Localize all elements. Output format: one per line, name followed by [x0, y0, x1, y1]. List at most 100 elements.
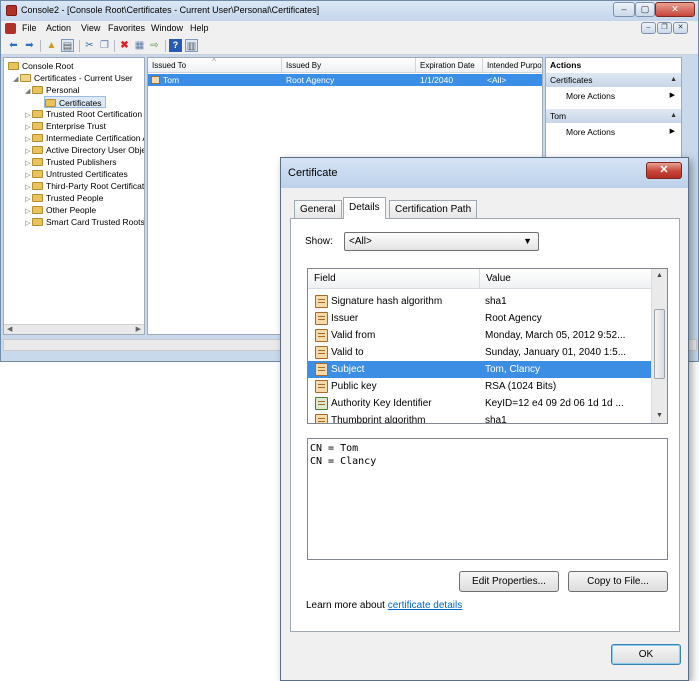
console-app-icon — [6, 5, 17, 16]
show-dropdown-value: <All> — [349, 236, 372, 247]
tree-node-console-root[interactable]: Console Root — [8, 60, 74, 72]
list-item[interactable]: Authority Key Identifier KeyID=12 e4 09 2… — [308, 395, 653, 412]
field-list[interactable]: Field Value Signature hash algorithm sha1… — [307, 268, 668, 424]
collapse-arrow-icon[interactable]: ◢ — [25, 86, 32, 98]
list-item-selected[interactable]: Subject Tom, Clancy — [308, 361, 653, 378]
show-hide-tree-icon[interactable]: ▤ — [61, 39, 74, 52]
show-hide-action-pane-icon[interactable]: ▥ — [185, 39, 198, 52]
certificate-field-icon — [315, 329, 328, 342]
certificate-icon — [151, 76, 160, 84]
tree-node-third-party-root[interactable]: ▷ Third-Party Root Certificatio — [25, 180, 144, 192]
field-list-scrollbar[interactable]: ▲ ▼ — [651, 269, 667, 423]
system-menu-icon[interactable] — [5, 23, 16, 34]
help-icon[interactable]: ? — [169, 39, 182, 52]
tree-node-other-people[interactable]: ▷ Other People — [25, 204, 96, 216]
menu-favorites[interactable]: Favorites — [108, 23, 145, 33]
export-list-icon[interactable]: ⇨ — [148, 39, 161, 52]
list-item[interactable]: Valid from Monday, March 05, 2012 9:52... — [308, 327, 653, 344]
column-issued-by[interactable]: Issued By — [282, 58, 416, 73]
actions-section-certificates[interactable]: Certificates ▲ — [546, 73, 681, 87]
list-item[interactable]: Valid to Sunday, January 01, 2040 1:5... — [308, 344, 653, 361]
column-value[interactable]: Value — [480, 269, 653, 289]
tab-details[interactable]: Details — [343, 197, 386, 219]
menu-file[interactable]: File — [22, 23, 37, 33]
expand-arrow-icon[interactable]: ▷ — [25, 218, 32, 230]
back-arrow-icon[interactable]: ⬅ — [7, 39, 20, 52]
tab-certification-path[interactable]: Certification Path — [389, 200, 478, 218]
copy-icon[interactable]: ❐ — [98, 39, 111, 52]
more-actions-certificates[interactable]: More Actions ▶ — [546, 89, 681, 103]
tree-node-personal[interactable]: ◢ Personal — [25, 84, 80, 96]
column-intended-purposes[interactable]: Intended Purpo — [483, 58, 542, 73]
maximize-button[interactable]: ▢ — [635, 2, 655, 17]
collapse-arrow-icon[interactable]: ◢ — [13, 74, 20, 86]
row-expiration: 1/1/2040 — [420, 75, 454, 85]
toolbar-separator — [79, 40, 80, 52]
edit-properties-button[interactable]: Edit Properties... — [459, 571, 559, 592]
column-expiration-date[interactable]: Expiration Date — [416, 58, 483, 73]
folder-icon — [32, 122, 43, 130]
delete-icon[interactable]: ✖ — [118, 39, 131, 52]
tree-node-trusted-people[interactable]: ▷ Trusted People — [25, 192, 103, 204]
tree-horizontal-scrollbar[interactable]: ◀ ▶ — [4, 324, 144, 334]
scroll-down-arrow-icon[interactable]: ▼ — [652, 409, 667, 423]
list-item[interactable]: Issuer Root Agency — [308, 310, 653, 327]
scroll-up-arrow-icon[interactable]: ▲ — [652, 269, 667, 283]
tree-node-trusted-publishers[interactable]: ▷ Trusted Publishers — [25, 156, 117, 168]
mmc-window-title: Console2 - [Console Root\Certificates - … — [21, 5, 320, 15]
collapse-up-icon[interactable]: ▲ — [670, 73, 677, 87]
toolbar-separator — [165, 40, 166, 52]
field-value-box[interactable]: CN = Tom CN = Clancy — [307, 438, 668, 560]
dialog-close-button[interactable]: ✕ — [646, 162, 682, 179]
scroll-right-arrow-icon[interactable]: ▶ — [136, 325, 141, 334]
tree-node-intermediate[interactable]: ▷ Intermediate Certification Au — [25, 132, 144, 144]
ok-button[interactable]: OK — [611, 644, 681, 665]
tree-node-untrusted[interactable]: ▷ Untrusted Certificates — [25, 168, 128, 180]
submenu-arrow-icon: ▶ — [669, 92, 675, 99]
tree-node-trusted-root[interactable]: ▷ Trusted Root Certification Au — [25, 108, 144, 120]
scrollbar-thumb[interactable] — [654, 309, 665, 379]
mdi-restore-button[interactable]: ❐ — [657, 22, 672, 34]
close-button[interactable]: ✕ — [655, 2, 695, 17]
folder-open-icon — [45, 99, 56, 107]
list-item[interactable]: Signature hash algorithm sha1 — [308, 293, 653, 310]
list-item[interactable]: Thumbprint algorithm sha1 — [308, 412, 653, 423]
copy-to-file-button[interactable]: Copy to File... — [568, 571, 668, 592]
up-folder-icon[interactable]: ▲ — [45, 39, 58, 52]
menu-bar: File Action View Favorites Window Help –… — [1, 21, 698, 37]
row-purpose: <All> — [487, 75, 507, 85]
mdi-close-button[interactable]: ✕ — [673, 22, 688, 34]
dialog-title-bar: Certificate ✕ — [281, 158, 688, 188]
tree-node-active-directory[interactable]: ▷ Active Directory User Object — [25, 144, 144, 156]
certificate-details-link[interactable]: certificate details — [388, 600, 462, 611]
folder-icon — [32, 86, 43, 94]
console-tree[interactable]: Console Root ◢ Certificates - Current Use… — [3, 57, 145, 335]
toolbar-separator — [114, 40, 115, 52]
show-dropdown[interactable]: <All> ▼ — [344, 232, 539, 251]
tree-node-certificates[interactable]: Certificates — [44, 96, 106, 108]
menu-window[interactable]: Window — [151, 23, 183, 33]
mdi-minimize-button[interactable]: – — [641, 22, 656, 34]
menu-action[interactable]: Action — [46, 23, 71, 33]
extension-field-icon — [315, 397, 328, 410]
actions-section-tom[interactable]: Tom ▲ — [546, 109, 681, 123]
forward-arrow-icon[interactable]: ➡ — [23, 39, 36, 52]
scroll-left-arrow-icon[interactable]: ◀ — [7, 325, 12, 334]
tree-node-certificates-current-user[interactable]: ◢ Certificates - Current User — [13, 72, 133, 84]
more-actions-tom[interactable]: More Actions ▶ — [546, 125, 681, 139]
list-item[interactable]: Public key RSA (1024 Bits) — [308, 378, 653, 395]
minimize-button[interactable]: – — [613, 2, 635, 17]
folder-icon — [32, 110, 43, 118]
tab-general[interactable]: General — [294, 200, 342, 218]
toolbar: ⬅ ➡ ▲ ▤ ✂ ❐ ✖ ▦ ⇨ ? ▥ — [1, 37, 698, 55]
menu-view[interactable]: View — [81, 23, 100, 33]
tree-node-enterprise-trust[interactable]: ▷ Enterprise Trust — [25, 120, 106, 132]
menu-help[interactable]: Help — [190, 23, 209, 33]
cut-icon[interactable]: ✂ — [83, 39, 96, 52]
table-row[interactable]: Tom Root Agency 1/1/2040 <All> — [148, 74, 542, 86]
tree-node-smart-card[interactable]: ▷ Smart Card Trusted Roots — [25, 216, 144, 230]
toolbar-separator — [40, 40, 41, 52]
column-field[interactable]: Field — [308, 269, 480, 289]
properties-icon[interactable]: ▦ — [133, 39, 146, 52]
collapse-up-icon[interactable]: ▲ — [670, 109, 677, 123]
